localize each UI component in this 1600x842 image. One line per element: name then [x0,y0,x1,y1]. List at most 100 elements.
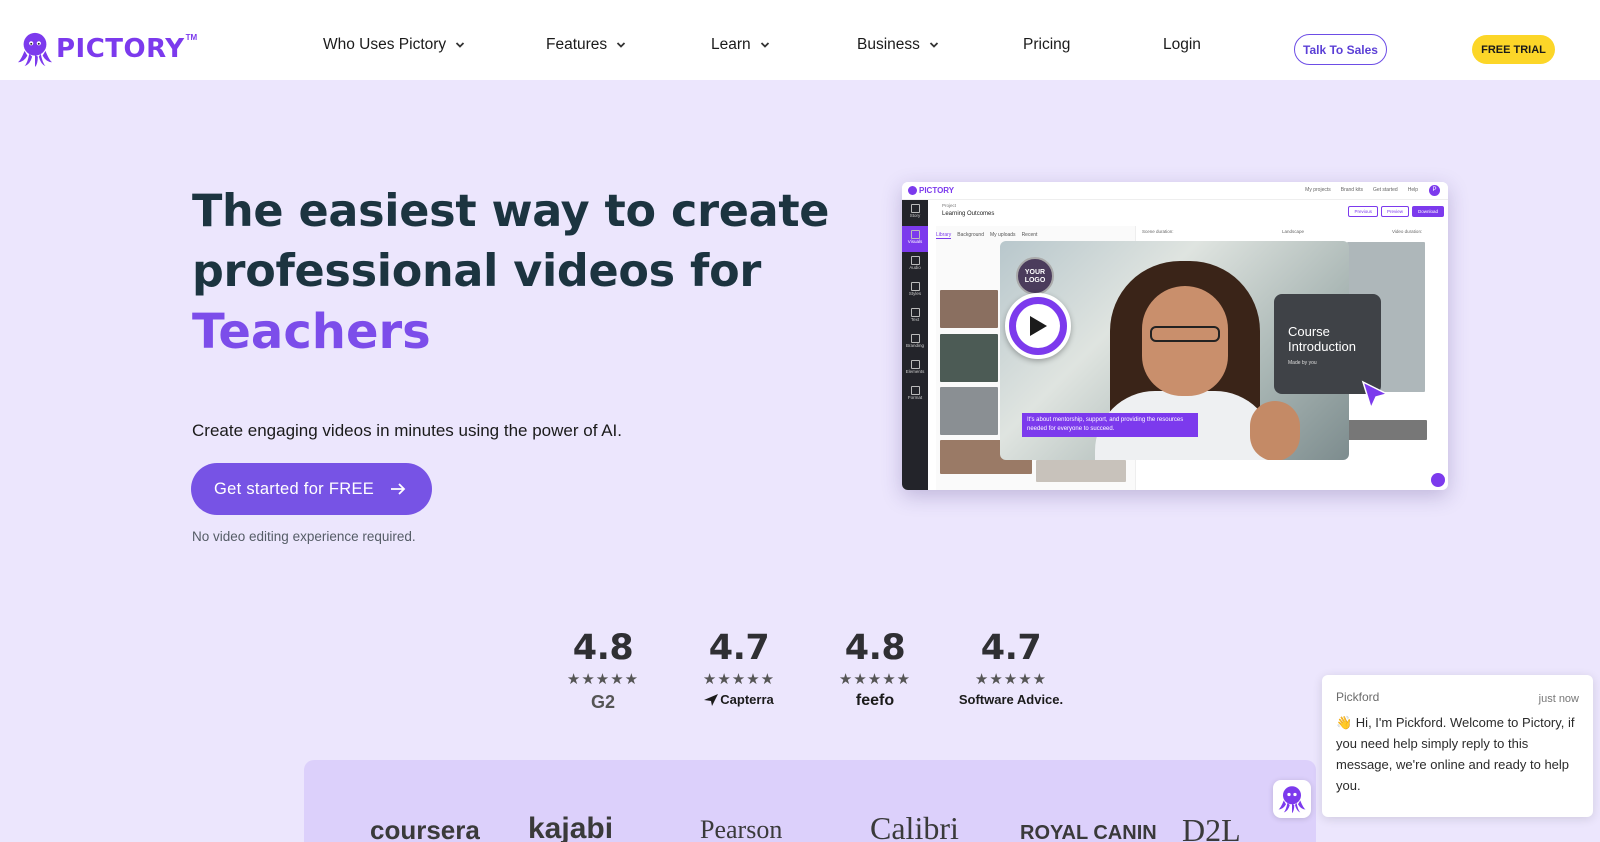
mockup-tab: Recent [1021,232,1038,238]
star-rating-icon: ★★★★★ [702,671,776,688]
nav-login[interactable]: Login [1163,36,1201,54]
mockup-topbar: PICTORY My projects Brand kits Get start… [902,182,1448,200]
mockup-thumbnail [940,387,998,435]
chevron-down-icon [760,42,769,48]
course-title: Course Introduction [1288,324,1356,354]
pictory-logo[interactable]: PICTORY TM [16,30,197,68]
hero-accent-word: Teachers [192,304,431,360]
mockup-tab: Background [957,232,984,238]
person-illustration [1150,326,1220,342]
hero-subtitle: Create engaging videos in minutes using … [192,421,622,440]
chat-launcher[interactable] [1273,780,1311,818]
mockup-side-text: Text [902,304,928,330]
mockup-logo-text: PICTORY [919,186,955,195]
mockup-thumbnail [1036,460,1126,482]
mockup-scene-duration: Scene duration: [1142,229,1174,234]
mockup-landscape: Landscape [1282,229,1305,234]
mockup-link: Brand kits [1340,187,1363,193]
mockup-link: Help [1407,187,1418,193]
rating-value: 4.8 [844,628,906,668]
hero-title: The easiest way to create professional v… [192,186,830,297]
rating-value: 4.8 [572,628,634,668]
mockup-avatar: P [1429,185,1440,196]
person-illustration [1250,401,1300,460]
nav-business[interactable]: Business [857,36,939,54]
nav-label: Learn [711,36,751,53]
capterra-wordmark: Capterra [720,692,774,707]
play-button[interactable] [1005,293,1071,359]
cta-label: Get started for FREE [214,479,375,498]
star-rating-icon: ★★★★★ [974,671,1048,688]
hero-note: No video editing experience required. [192,529,416,544]
calibri-logo: Calibri [870,810,959,842]
mockup-chat-icon [1431,473,1445,487]
mockup-side-format: Format [902,382,928,408]
chat-message: 👋 Hi, I'm Pickford. Welcome to Pictory, … [1336,715,1575,793]
mockup-tabs: Library Background My uploads Recent [936,232,1037,239]
star-rating-icon: ★★★★★ [838,671,912,688]
pearson-logo: Pearson [700,815,783,842]
g2-logo: G2 [590,692,615,712]
free-trial-button[interactable]: FREE TRIAL [1472,35,1555,64]
nav-label: Business [857,36,920,53]
mockup-preview: Preview [1380,206,1409,217]
mockup-video-duration: Video duration: [1392,229,1423,234]
nav-learn[interactable]: Learn [711,36,770,54]
nav-who-uses-pictory[interactable]: Who Uses Pictory [323,36,465,54]
mockup-side-audio: Audio [902,252,928,278]
rating-value: 4.7 [708,628,770,668]
mockup-logo-icon [908,186,917,195]
mockup-top-links: My projects Brand kits Get started Help [1305,187,1418,193]
nav-features[interactable]: Features [546,36,626,54]
mockup-actions: Previous Preview Download [1348,206,1444,217]
mockup-side-styles: Styles [902,278,928,304]
nav-pricing[interactable]: Pricing [1023,36,1070,54]
mockup-tab: Library [936,232,952,239]
software-advice-logo: Software Advice. [958,692,1064,707]
arrow-right-icon [391,483,406,495]
nav-label: Who Uses Pictory [323,36,447,53]
capterra-logo: Capterra [689,692,789,707]
octopus-logo-icon [17,32,53,68]
top-nav: PICTORY TM Who Uses Pictory Features Lea… [0,0,1600,80]
your-logo-badge: YOUR LOGO [1016,257,1054,295]
rating-g2: 4.8 ★★★★★ G2 [553,628,653,713]
talk-to-sales-button[interactable]: Talk To Sales [1294,34,1387,65]
d2l-logo: D2L [1182,812,1241,842]
mockup-side-branding: Branding [902,330,928,356]
chat-timestamp: just now [1538,693,1579,705]
coursera-logo: coursera [370,815,480,842]
rating-feefo: 4.8 ★★★★★ feefo [825,628,925,710]
course-subtitle: Made by you [1288,360,1317,366]
chevron-down-icon [456,42,465,48]
octopus-avatar-icon [1278,786,1306,814]
mockup-link: My projects [1305,187,1331,193]
feefo-logo: feefo [855,692,895,709]
mockup-scene-strip [1347,420,1427,440]
chevron-down-icon [929,42,939,48]
nav-label: Features [546,36,608,53]
mockup-logo: PICTORY [908,186,954,195]
mockup-download: Download [1411,206,1444,217]
kajabi-logo: kajabi [528,812,614,842]
mockup-side-visuals: Visuals [902,226,928,252]
play-triangle-icon [1030,316,1047,336]
get-started-button[interactable]: Get started for FREE [191,463,432,515]
mockup-project-name: Learning Outcomes [942,211,995,217]
logo-wordmark: PICTORY [56,34,185,64]
course-intro-card: Course Introduction Made by you [1274,294,1381,394]
rating-capterra: 4.7 ★★★★★ Capterra [689,628,789,707]
capterra-arrow-icon [704,693,719,706]
mockup-project-label: Project [942,203,957,208]
mockup-side-story: Story [902,200,928,226]
chevron-down-icon [617,42,626,48]
royal-canin-logo: ROYAL CANIN [1020,822,1157,842]
chat-popup[interactable]: Pickford just now 👋 Hi, I'm Pickford. We… [1322,675,1593,817]
mockup-link: Get started [1372,187,1398,193]
rating-software-advice: 4.7 ★★★★★ Software Advice. [951,628,1071,707]
play-icon [1016,304,1060,348]
mockup-tab: My uploads [989,232,1016,238]
mockup-previous: Previous [1348,206,1378,217]
rating-value: 4.7 [980,628,1042,668]
cursor-pointer-icon [1361,380,1389,410]
